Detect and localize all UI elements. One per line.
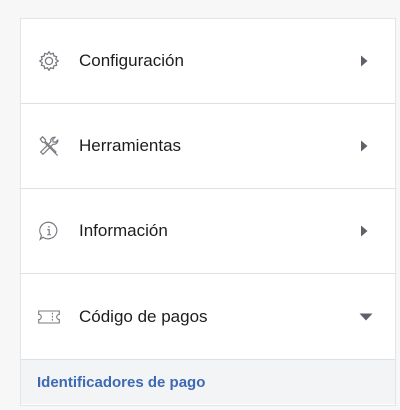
menu-item-label: Herramientas [79,136,182,155]
chevron-right-icon [359,140,369,152]
link-identificadores-de-pago[interactable]: Identificadores de pago [37,374,205,391]
menu-item-informacion[interactable]: Información [21,189,395,274]
menu-item-configuracion[interactable]: Configuración [21,19,395,104]
settings-menu-panel: Configuración Herramientas Información C… [20,18,396,406]
menu-item-codigo-de-pagos[interactable]: Código de pagos [21,274,395,360]
menu-item-label: Código de pagos [79,306,208,326]
chevron-down-icon [359,311,373,323]
chevron-right-icon [359,225,369,237]
menu-item-label: Configuración [79,51,184,70]
menu-item-label: Información [79,221,168,240]
tools-icon [37,134,61,158]
submenu-codigo-de-pagos: Identificadores de pago [21,360,395,404]
ticket-icon [37,305,61,329]
info-icon [37,219,61,243]
chevron-right-icon [359,55,369,67]
gear-icon [37,49,61,73]
menu-item-herramientas[interactable]: Herramientas [21,104,395,189]
